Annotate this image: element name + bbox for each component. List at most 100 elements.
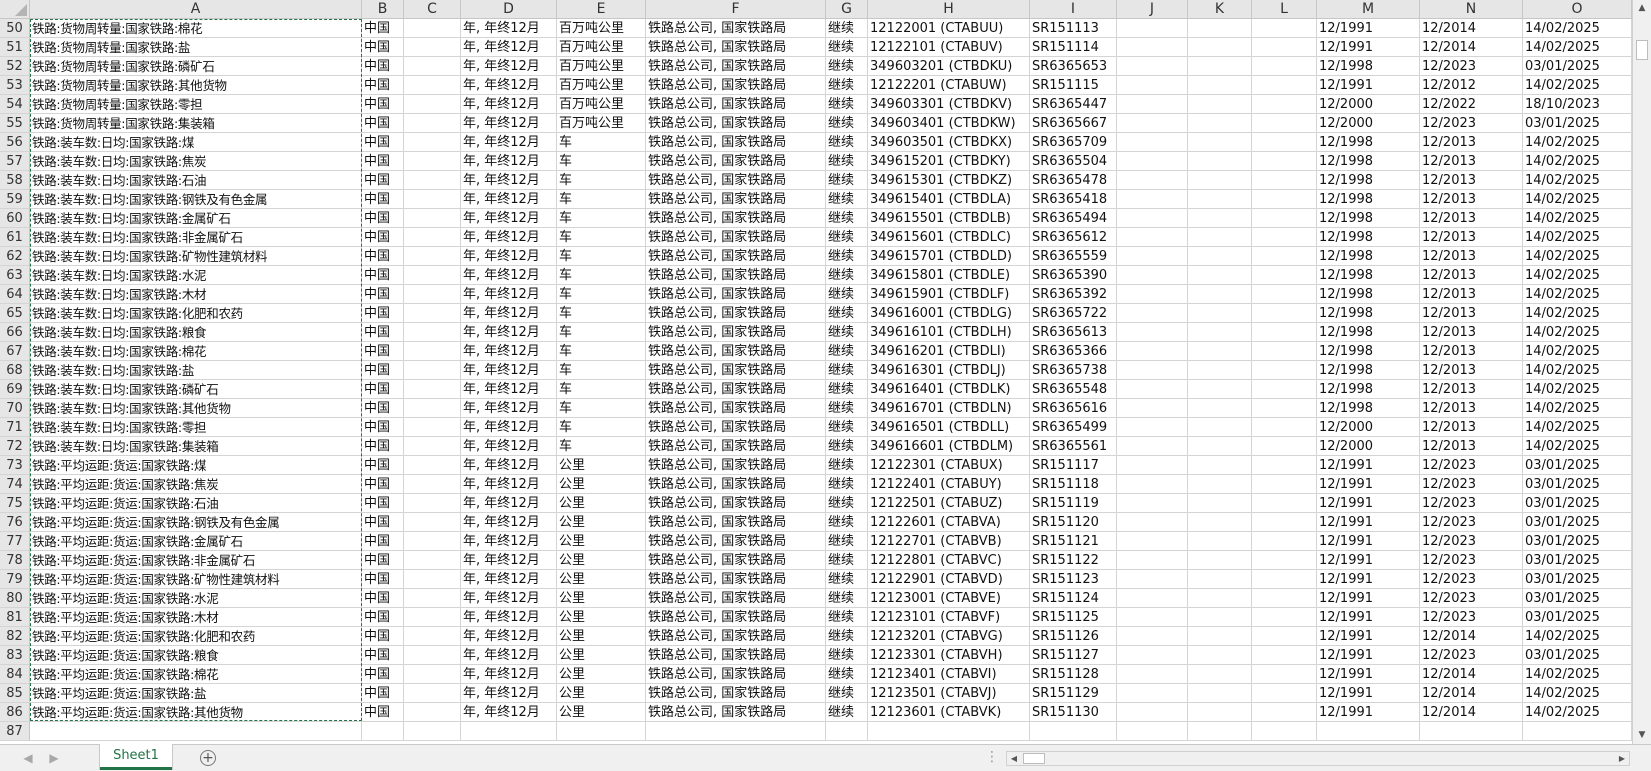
cell-f[interactable]: 铁路总公司, 国家铁路局 — [646, 418, 826, 437]
cell-a[interactable]: 铁路:平均运距:货运:国家铁路:矿物性建筑材料 — [30, 570, 362, 589]
column-header-a[interactable]: A — [30, 0, 362, 19]
cell-c[interactable] — [404, 228, 461, 247]
cell-k[interactable] — [1188, 133, 1252, 152]
cell-d[interactable]: 年, 年终12月 — [461, 133, 557, 152]
row-header[interactable]: 52 — [0, 57, 30, 76]
cell-l[interactable] — [1252, 361, 1317, 380]
cell-b[interactable]: 中国 — [362, 475, 404, 494]
cell-h[interactable]: 349615201 (CTBDKY) — [868, 152, 1030, 171]
next-sheet-icon[interactable]: ▶ — [46, 749, 62, 767]
cell-d[interactable]: 年, 年终12月 — [461, 437, 557, 456]
cell-h[interactable]: 349616701 (CTBDLN) — [868, 399, 1030, 418]
cell-e[interactable]: 车 — [557, 133, 646, 152]
cell-l[interactable] — [1252, 532, 1317, 551]
cell-f[interactable]: 铁路总公司, 国家铁路局 — [646, 589, 826, 608]
cell-k[interactable] — [1188, 228, 1252, 247]
cell-j[interactable] — [1117, 361, 1188, 380]
scroll-down-icon[interactable]: ▼ — [1633, 727, 1651, 744]
row-header[interactable]: 55 — [0, 114, 30, 133]
cell-m[interactable]: 12/1998 — [1317, 380, 1420, 399]
cell-l[interactable] — [1252, 266, 1317, 285]
cell-g[interactable]: 继续 — [826, 646, 868, 665]
cell-n[interactable]: 12/2023 — [1420, 608, 1523, 627]
cell-k[interactable] — [1188, 456, 1252, 475]
cell-m[interactable]: 12/1991 — [1317, 76, 1420, 95]
cell-l[interactable] — [1252, 114, 1317, 133]
cell-l[interactable] — [1252, 437, 1317, 456]
cell-m[interactable]: 12/1998 — [1317, 247, 1420, 266]
row-header[interactable]: 62 — [0, 247, 30, 266]
cell-i[interactable]: SR151129 — [1030, 684, 1117, 703]
cell-e[interactable]: 公里 — [557, 494, 646, 513]
cell-a[interactable]: 铁路:装车数:日均:国家铁路:非金属矿石 — [30, 228, 362, 247]
cell-g[interactable]: 继续 — [826, 266, 868, 285]
cell-n[interactable]: 12/2023 — [1420, 646, 1523, 665]
cell-g[interactable]: 继续 — [826, 304, 868, 323]
cell-f[interactable]: 铁路总公司, 国家铁路局 — [646, 133, 826, 152]
cell-h[interactable]: 349615901 (CTBDLF) — [868, 285, 1030, 304]
column-header-m[interactable]: M — [1317, 0, 1420, 19]
cell-d[interactable]: 年, 年终12月 — [461, 76, 557, 95]
cell-d[interactable]: 年, 年终12月 — [461, 627, 557, 646]
cell-g[interactable]: 继续 — [826, 399, 868, 418]
cell-k[interactable] — [1188, 114, 1252, 133]
cell-j[interactable] — [1117, 570, 1188, 589]
cell-b[interactable]: 中国 — [362, 608, 404, 627]
cell-e[interactable]: 车 — [557, 399, 646, 418]
row-header[interactable]: 87 — [0, 722, 30, 741]
cell-f[interactable]: 铁路总公司, 国家铁路局 — [646, 152, 826, 171]
cell-h[interactable]: 12123501 (CTABVJ) — [868, 684, 1030, 703]
cell-b[interactable]: 中国 — [362, 684, 404, 703]
cell-a[interactable]: 铁路:装车数:日均:国家铁路:零担 — [30, 418, 362, 437]
cell-e[interactable] — [557, 722, 646, 741]
cell-l[interactable] — [1252, 475, 1317, 494]
cell-k[interactable] — [1188, 19, 1252, 38]
cell-f[interactable]: 铁路总公司, 国家铁路局 — [646, 513, 826, 532]
cell-o[interactable]: 14/02/2025 — [1523, 19, 1632, 38]
cell-n[interactable]: 12/2013 — [1420, 247, 1523, 266]
column-header-k[interactable]: K — [1188, 0, 1252, 19]
cell-c[interactable] — [404, 152, 461, 171]
cell-d[interactable]: 年, 年终12月 — [461, 494, 557, 513]
cell-h[interactable]: 349603301 (CTBDKV) — [868, 95, 1030, 114]
cell-j[interactable] — [1117, 608, 1188, 627]
cell-g[interactable]: 继续 — [826, 418, 868, 437]
cell-c[interactable] — [404, 494, 461, 513]
cell-m[interactable]: 12/1991 — [1317, 551, 1420, 570]
cell-m[interactable]: 12/1998 — [1317, 285, 1420, 304]
cell-o[interactable]: 14/02/2025 — [1523, 285, 1632, 304]
cell-a[interactable]: 铁路:装车数:日均:国家铁路:磷矿石 — [30, 380, 362, 399]
cell-m[interactable]: 12/1991 — [1317, 38, 1420, 57]
cell-e[interactable]: 公里 — [557, 532, 646, 551]
cell-b[interactable]: 中国 — [362, 285, 404, 304]
cell-f[interactable]: 铁路总公司, 国家铁路局 — [646, 551, 826, 570]
cell-a[interactable]: 铁路:装车数:日均:国家铁路:钢铁及有色金属 — [30, 190, 362, 209]
column-header-l[interactable]: L — [1252, 0, 1317, 19]
cell-m[interactable]: 12/1998 — [1317, 399, 1420, 418]
cell-a[interactable]: 铁路:平均运距:货运:国家铁路:钢铁及有色金属 — [30, 513, 362, 532]
cell-c[interactable] — [404, 38, 461, 57]
cell-j[interactable] — [1117, 304, 1188, 323]
cell-e[interactable]: 公里 — [557, 608, 646, 627]
row-header[interactable]: 50 — [0, 19, 30, 38]
cell-n[interactable]: 12/2014 — [1420, 627, 1523, 646]
cell-i[interactable]: SR151124 — [1030, 589, 1117, 608]
cell-m[interactable]: 12/1998 — [1317, 266, 1420, 285]
cell-k[interactable] — [1188, 304, 1252, 323]
cell-c[interactable] — [404, 551, 461, 570]
cell-j[interactable] — [1117, 684, 1188, 703]
cell-j[interactable] — [1117, 665, 1188, 684]
cell-j[interactable] — [1117, 57, 1188, 76]
cell-e[interactable]: 车 — [557, 437, 646, 456]
cell-f[interactable]: 铁路总公司, 国家铁路局 — [646, 608, 826, 627]
cell-b[interactable]: 中国 — [362, 589, 404, 608]
cell-n[interactable]: 12/2023 — [1420, 570, 1523, 589]
cell-d[interactable]: 年, 年终12月 — [461, 532, 557, 551]
cell-i[interactable]: SR151114 — [1030, 38, 1117, 57]
cell-g[interactable]: 继续 — [826, 323, 868, 342]
cell-o[interactable]: 03/01/2025 — [1523, 494, 1632, 513]
cell-h[interactable]: 349603401 (CTBDKW) — [868, 114, 1030, 133]
cell-m[interactable]: 12/1991 — [1317, 646, 1420, 665]
cell-c[interactable] — [404, 399, 461, 418]
cell-e[interactable]: 公里 — [557, 551, 646, 570]
